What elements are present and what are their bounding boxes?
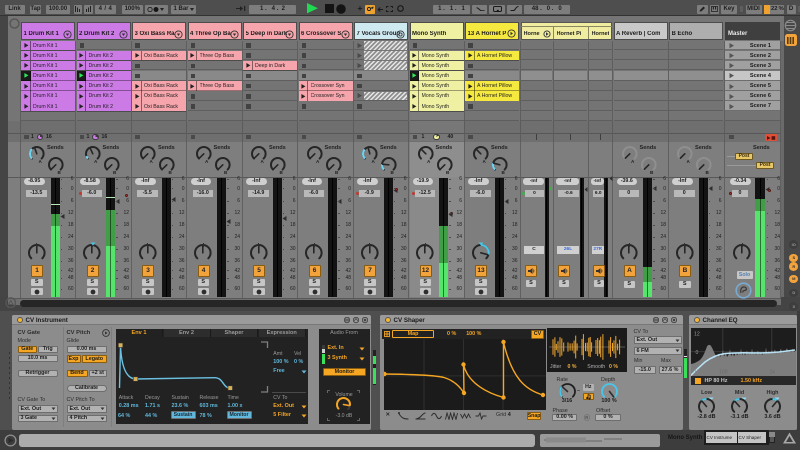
svg-text:-12: -12 xyxy=(692,369,700,375)
svg-text:0: 0 xyxy=(695,350,698,356)
svg-text:1k: 1k xyxy=(769,369,775,375)
svg-text:100: 100 xyxy=(719,369,728,375)
svg-text:12: 12 xyxy=(694,331,700,337)
